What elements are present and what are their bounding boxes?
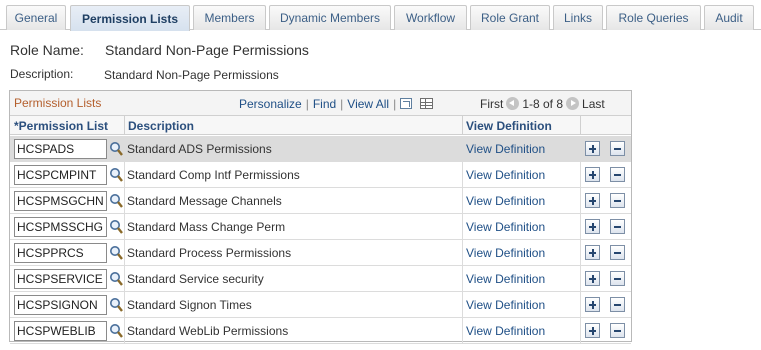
permission-lists-grid: Permission Lists Personalize | Find | View A…: [9, 90, 632, 344]
new-window-icon[interactable]: [400, 98, 413, 109]
role-name-label: Role Name:: [10, 42, 84, 58]
description-label: Description:: [10, 67, 74, 81]
magnifier-icon[interactable]: [109, 271, 123, 286]
view-definition-link[interactable]: View Definition: [466, 194, 545, 208]
pager: First 1-8 of 8 Last: [480, 97, 605, 111]
permission-list-input[interactable]: HCSPWEBLIB: [14, 321, 107, 341]
magnifier-icon[interactable]: [109, 167, 123, 182]
magnifier-icon[interactable]: [109, 141, 123, 156]
column-header-permission-list[interactable]: *Permission List: [14, 119, 108, 133]
magnifier-icon[interactable]: [109, 297, 123, 312]
table-row: HCSPPRCS Standard Process Permissions Vi…: [10, 240, 631, 266]
view-definition-link[interactable]: View Definition: [466, 272, 545, 286]
view-definition-link[interactable]: View Definition: [466, 220, 545, 234]
permission-list-input[interactable]: HCSPCMPINT: [14, 165, 107, 185]
view-all-link[interactable]: View All: [347, 97, 389, 111]
permission-list-input[interactable]: HCSPADS: [14, 139, 107, 159]
permission-list-input[interactable]: HCSPMSGCHN: [14, 191, 107, 211]
view-definition-link[interactable]: View Definition: [466, 168, 545, 182]
permission-list-description: Standard Mass Change Perm: [127, 220, 286, 234]
tab-role-queries[interactable]: Role Queries: [606, 5, 701, 30]
next-icon[interactable]: [566, 97, 580, 110]
delete-row-button[interactable]: [610, 219, 625, 234]
table-row: HCSPSIGNON Standard Signon Times View De…: [10, 292, 631, 318]
column-header-view-definition: View Definition: [466, 119, 552, 133]
column-header-row: *Permission List Description View Defini…: [10, 115, 631, 135]
delete-row-button[interactable]: [610, 245, 625, 260]
table-row: HCSPMSSCHG Standard Mass Change Perm Vie…: [10, 214, 631, 240]
delete-row-button[interactable]: [610, 297, 625, 312]
permission-list-description: Standard Comp Intf Permissions: [127, 168, 300, 182]
permission-list-input[interactable]: HCSPSERVICE: [14, 269, 107, 289]
row-range: 1-8 of 8: [522, 97, 564, 111]
add-row-button[interactable]: [585, 297, 600, 312]
grid-download-icon[interactable]: [420, 98, 434, 109]
description-value: Standard Non-Page Permissions: [104, 68, 279, 82]
view-definition-link[interactable]: View Definition: [466, 246, 545, 260]
tab-audit[interactable]: Audit: [704, 5, 754, 30]
tab-general[interactable]: General: [6, 5, 66, 30]
permission-list-description: Standard Service security: [127, 272, 264, 286]
personalize-link[interactable]: Personalize: [239, 97, 302, 111]
table-row: HCSPSERVICE Standard Service security Vi…: [10, 266, 631, 292]
magnifier-icon[interactable]: [109, 219, 123, 234]
add-row-button[interactable]: [585, 167, 600, 182]
delete-row-button[interactable]: [610, 167, 625, 182]
view-definition-link[interactable]: View Definition: [466, 142, 545, 156]
add-row-button[interactable]: [585, 193, 600, 208]
grid-toolbar: Personalize | Find | View All |: [239, 97, 434, 111]
first-link: First: [480, 97, 504, 111]
permission-list-description: Standard Process Permissions: [127, 246, 292, 260]
table-row: HCSPWEBLIB Standard WebLib Permissions V…: [10, 318, 631, 344]
last-link: Last: [582, 97, 605, 111]
permission-list-input[interactable]: HCSPPRCS: [14, 243, 107, 263]
magnifier-icon[interactable]: [109, 323, 123, 338]
permission-list-description: Standard Message Channels: [127, 194, 282, 208]
tab-bar: General Permission Lists Members Dynamic…: [0, 0, 761, 31]
column-header-description[interactable]: Description: [128, 119, 194, 133]
table-row: HCSPADS Standard ADS Permissions View De…: [10, 136, 631, 162]
magnifier-icon[interactable]: [109, 245, 123, 260]
delete-row-button[interactable]: [610, 323, 625, 338]
add-row-button[interactable]: [585, 271, 600, 286]
tab-dynamic-members[interactable]: Dynamic Members: [269, 5, 391, 30]
grid-title: Permission Lists: [14, 96, 102, 110]
delete-row-button[interactable]: [610, 271, 625, 286]
delete-row-button[interactable]: [610, 193, 625, 208]
add-row-button[interactable]: [585, 219, 600, 234]
delete-row-button[interactable]: [610, 141, 625, 156]
tab-permission-lists[interactable]: Permission Lists: [70, 5, 190, 31]
tab-workflow[interactable]: Workflow: [394, 5, 467, 30]
permission-list-input[interactable]: HCSPSIGNON: [14, 295, 107, 315]
tab-links[interactable]: Links: [553, 5, 603, 30]
view-definition-link[interactable]: View Definition: [466, 324, 545, 338]
add-row-button[interactable]: [585, 245, 600, 260]
table-row: HCSPCMPINT Standard Comp Intf Permission…: [10, 162, 631, 188]
view-definition-link[interactable]: View Definition: [466, 298, 545, 312]
permission-list-description: Standard WebLib Permissions: [127, 324, 289, 338]
table-row: HCSPMSGCHN Standard Message Channels Vie…: [10, 188, 631, 214]
permission-list-description: Standard Signon Times: [127, 298, 252, 312]
tab-members[interactable]: Members: [193, 5, 266, 30]
find-link[interactable]: Find: [313, 97, 336, 111]
magnifier-icon[interactable]: [109, 193, 123, 208]
permission-list-input[interactable]: HCSPMSSCHG: [14, 217, 107, 237]
permission-list-description: Standard ADS Permissions: [127, 142, 272, 156]
previous-icon[interactable]: [506, 97, 520, 110]
role-name-value: Standard Non-Page Permissions: [105, 42, 309, 58]
add-row-button[interactable]: [585, 141, 600, 156]
grid-header: Permission Lists Personalize | Find | View A…: [10, 91, 631, 115]
tab-role-grant[interactable]: Role Grant: [470, 5, 550, 30]
add-row-button[interactable]: [585, 323, 600, 338]
